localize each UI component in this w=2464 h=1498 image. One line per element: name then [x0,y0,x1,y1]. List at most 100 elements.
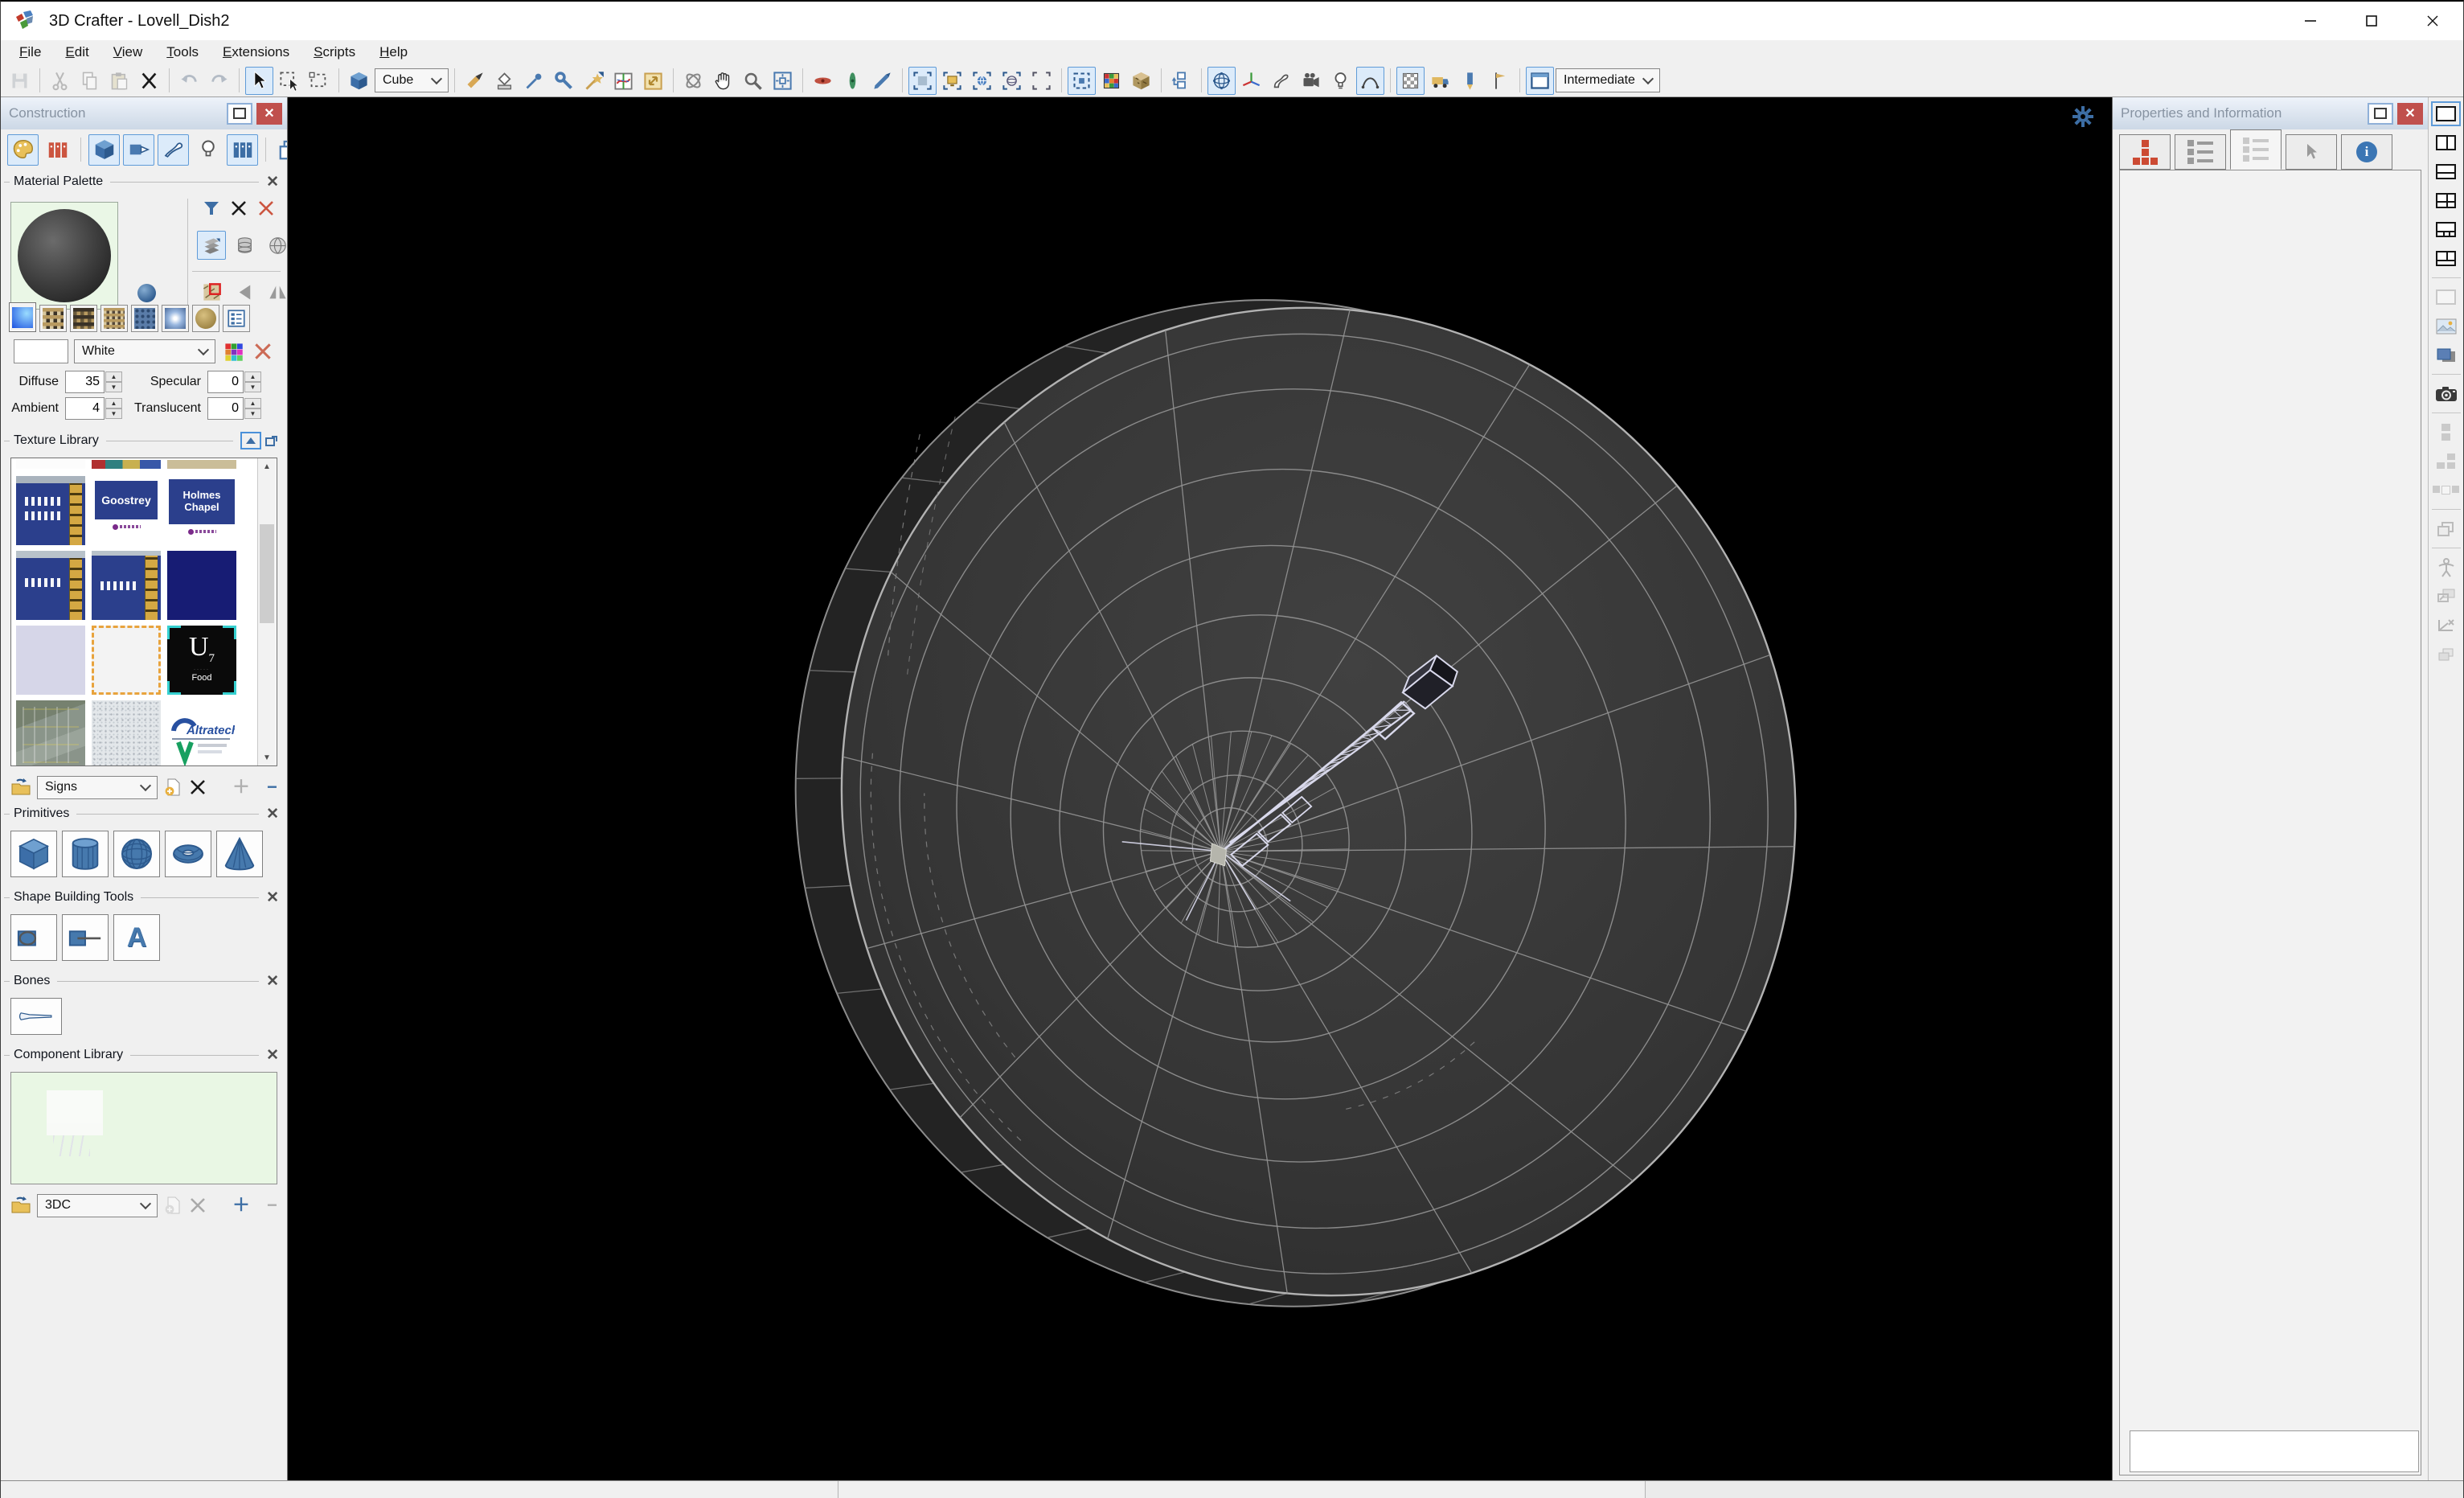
cut-icon[interactable] [46,67,74,95]
primitive-torus-icon[interactable] [165,831,211,877]
delete-texture-icon[interactable] [188,778,207,797]
align-stack-icon[interactable] [2431,420,2461,445]
mirror-icon[interactable] [263,277,288,306]
spin-up-icon[interactable]: ▲ [244,371,261,382]
remove-category-icon[interactable]: − [267,1196,277,1214]
component-preview[interactable] [10,1072,277,1184]
add-category-icon[interactable]: ＋ [232,778,250,796]
actor-icon[interactable] [2431,555,2461,580]
texture-tile-lavender[interactable] [16,626,85,695]
paste-icon[interactable] [105,67,133,95]
paint-brush-icon[interactable] [461,67,489,95]
text-tool-icon[interactable]: A [113,914,160,961]
render-wire-sphere-icon[interactable] [998,67,1026,95]
texture-tile-speckle[interactable] [92,700,161,766]
maximize-button[interactable] [2341,2,2402,40]
layer-tab-texture-1[interactable] [39,305,67,332]
translucent-spinner[interactable]: 0▲▼ [207,397,261,420]
flag-icon[interactable] [1486,67,1514,95]
specular-spinner[interactable]: 0▲▼ [207,371,261,393]
lathe-tool-icon[interactable] [62,914,109,961]
show-grid-icon[interactable] [1396,67,1425,95]
layer-tab-color[interactable] [9,302,36,332]
active-texture-icon[interactable] [197,277,226,306]
render-wireframe-icon[interactable] [908,67,937,95]
texture-tile-road-sign-3[interactable] [92,551,161,620]
bones-tool-icon[interactable] [158,134,189,166]
diffuse-spinner[interactable]: 35▲▼ [65,371,122,393]
close-section-icon[interactable]: ✕ [266,806,279,822]
rotate-x-icon[interactable] [809,67,837,95]
spin-down-icon[interactable]: ▼ [244,382,261,392]
primitive-cube-icon[interactable] [10,831,57,877]
menu-scripts[interactable]: Scripts [301,42,367,63]
render-monitor-icon[interactable] [938,67,966,95]
shape-select-dropdown[interactable]: Cube [375,68,449,92]
eyedropper-icon[interactable] [520,67,548,95]
texture-tile-white-selected[interactable] [92,626,161,695]
paint-object-icon[interactable] [490,67,519,95]
align-row-icon[interactable] [2431,478,2461,503]
color-dropdown[interactable]: White [74,339,215,363]
texture-tile-road-sign-2[interactable] [16,551,85,620]
show-joints-icon[interactable] [1267,67,1295,95]
redo-icon[interactable] [205,67,233,95]
panel-close-button[interactable]: ✕ [2397,103,2423,125]
layer-tab-glow[interactable] [162,305,189,332]
bone-tool-icon[interactable] [10,998,62,1035]
close-section-icon[interactable]: ✕ [266,174,279,190]
spin-up-icon[interactable]: ▲ [105,371,122,382]
panel-restore-button[interactable] [227,103,252,125]
panel-close-button[interactable]: ✕ [256,103,282,125]
spin-down-icon[interactable]: ▼ [105,382,122,392]
scroll-thumb[interactable] [260,524,274,623]
windows-layers-icon[interactable] [273,134,288,166]
new-texture-icon[interactable] [163,778,182,797]
remove-material-icon[interactable] [256,199,276,218]
delete-material-icon[interactable] [229,199,248,218]
rotate-y-icon[interactable] [838,67,867,95]
primitive-cylinder-icon[interactable] [62,831,109,877]
viewport-settings-gear-icon[interactable] [2072,105,2094,128]
front-window-icon[interactable] [2431,343,2461,367]
menu-tools[interactable]: Tools [154,42,211,63]
layer-tab-texture-2[interactable] [70,305,97,332]
orbit-view-icon[interactable] [679,67,707,95]
material-database-icon[interactable] [230,231,259,260]
menu-file[interactable]: File [7,42,53,63]
tab-selection-list[interactable] [2230,129,2282,170]
undo-icon[interactable] [175,67,203,95]
color-picker-grid-icon[interactable] [223,341,244,363]
select-faces-icon[interactable] [305,67,333,95]
texture-category-dropdown[interactable]: Signs [37,776,158,799]
layout-quad-icon[interactable] [2431,188,2461,213]
texture-layers-icon[interactable] [197,231,226,260]
shape-cube-icon[interactable] [345,67,373,95]
tab-info[interactable]: i [2341,134,2392,170]
deform-function-icon[interactable] [609,67,638,95]
show-vehicles-icon[interactable] [1426,67,1454,95]
add-category-icon[interactable]: ＋ [232,1196,250,1214]
select-tool-icon[interactable] [245,67,273,95]
marker-tool-icon[interactable] [1456,67,1484,95]
spin-down-icon[interactable]: ▼ [244,408,261,419]
layout-two-rows-icon[interactable] [2431,159,2461,184]
lights-tool-icon[interactable] [192,134,223,166]
clear-color-icon[interactable] [252,341,273,362]
flip-left-icon[interactable] [230,277,259,306]
spin-up-icon[interactable]: ▲ [244,398,261,408]
layer-tab-bump[interactable] [131,305,158,332]
magic-wand-icon[interactable] [580,67,608,95]
pan-hand-icon[interactable] [709,67,737,95]
menu-help[interactable]: Help [367,42,420,63]
render-plain-icon[interactable] [1027,67,1056,95]
texture-export-icon[interactable] [2431,584,2461,609]
group-windows-icon[interactable] [2431,516,2461,541]
scroll-track[interactable] [258,474,276,749]
close-section-icon[interactable]: ✕ [266,1048,279,1063]
material-secondary-sphere[interactable] [137,284,156,302]
show-lights-icon[interactable] [1326,67,1355,95]
snapshot-camera-icon[interactable] [2431,381,2461,406]
primitives-tool-icon[interactable] [88,134,120,166]
minimize-button[interactable] [2280,2,2341,40]
